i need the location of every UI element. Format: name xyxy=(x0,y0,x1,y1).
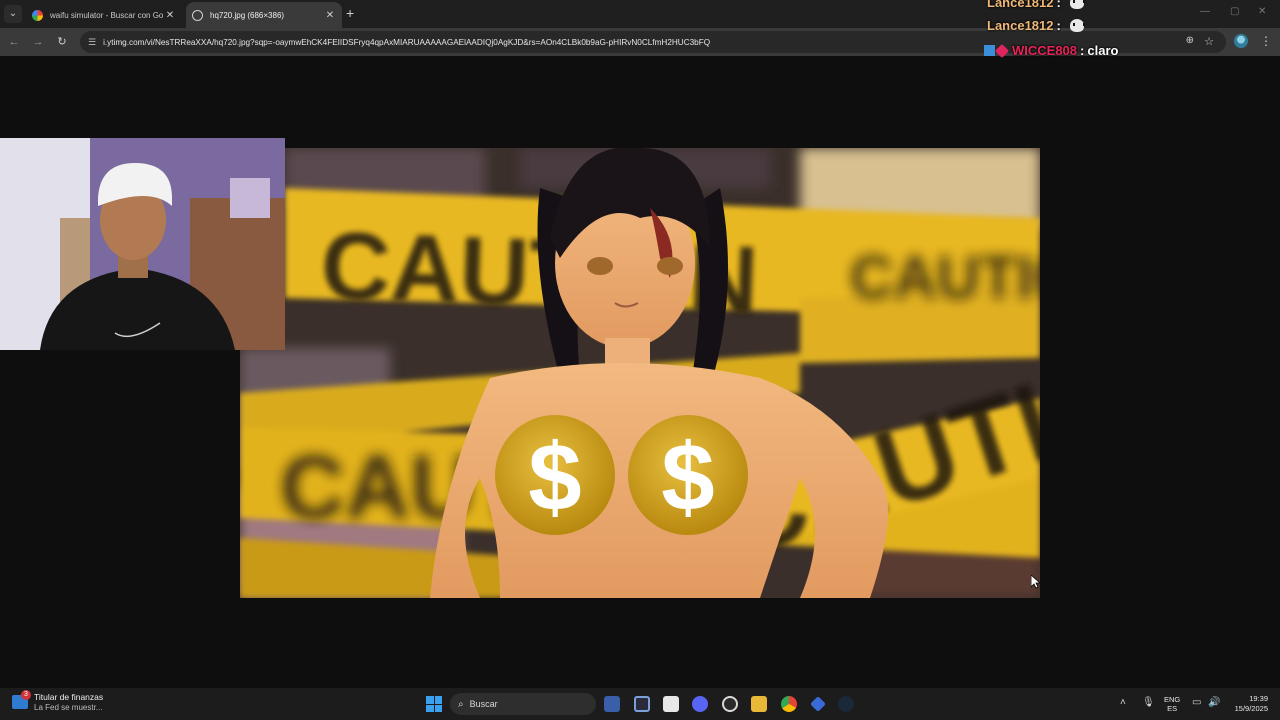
coin-right: $ xyxy=(628,415,748,535)
tab-image[interactable]: hq720.jpg (686×386) ✕ xyxy=(186,2,342,28)
search-icon: ⌕ xyxy=(458,698,464,710)
chat-message: Lance1812 : xyxy=(987,0,1085,10)
editor-app-icon[interactable] xyxy=(634,696,650,712)
tab-title: hq720.jpg (686×386) xyxy=(210,10,285,20)
file-explorer-icon[interactable] xyxy=(751,696,767,712)
new-tab-button[interactable]: + xyxy=(346,6,354,20)
coin-left: $ xyxy=(495,415,615,535)
chat-username: Lance1812 xyxy=(987,18,1054,33)
zoom-icon[interactable]: ⊕ xyxy=(1186,35,1194,46)
subscriber-badge-icon xyxy=(994,43,1010,58)
news-subtitle: La Fed se muestr... xyxy=(34,703,103,712)
mouse-cursor-icon xyxy=(1031,575,1041,589)
thumbnail-art: CAUTION CAUTION CAUTION CAUTION xyxy=(240,148,1040,598)
language-bottom: ES xyxy=(1167,704,1178,713)
emote-icon xyxy=(1069,19,1085,32)
search-label: Buscar xyxy=(469,699,498,709)
reload-icon[interactable]: ↻ xyxy=(54,34,70,50)
bookmark-star-icon[interactable]: ☆ xyxy=(1204,35,1214,48)
tab-strip: ⌄ waifu simulator - Buscar con Go ✕ hq72… xyxy=(0,0,1280,28)
discord-icon[interactable] xyxy=(692,696,708,712)
chat-text: claro xyxy=(1087,43,1119,58)
clock-app-icon[interactable] xyxy=(722,696,738,712)
network-icon[interactable]: ▭ xyxy=(1192,697,1201,708)
taskbar-search[interactable]: ⌕ Buscar xyxy=(450,693,596,715)
start-button[interactable] xyxy=(426,696,442,712)
chat-username: WICCE808 xyxy=(1012,43,1078,58)
dollar-sign: $ xyxy=(528,424,581,531)
webcam-feed xyxy=(0,138,285,350)
news-widget[interactable]: 3 Titular de finanzas La Fed se muestr..… xyxy=(12,690,104,712)
app-diamond-icon[interactable] xyxy=(810,696,826,712)
back-icon[interactable]: ← xyxy=(6,34,22,50)
language-indicator[interactable]: ENG ES xyxy=(1164,695,1180,713)
taskbar: 3 Titular de finanzas La Fed se muestr..… xyxy=(0,688,1280,720)
badge-icon xyxy=(984,45,995,56)
clock-time: 19:39 xyxy=(1249,694,1268,703)
close-icon[interactable]: ✕ xyxy=(164,10,176,21)
site-info-icon[interactable]: ☰ xyxy=(88,37,96,48)
clock-date: 15/9/2025 xyxy=(1234,704,1268,713)
screen: ⌄ waifu simulator - Buscar con Go ✕ hq72… xyxy=(0,0,1280,720)
chat-separator: : xyxy=(1056,0,1061,10)
maximize-icon[interactable]: ▢ xyxy=(1230,6,1239,17)
profile-avatar[interactable] xyxy=(1234,34,1248,48)
forward-icon[interactable]: → xyxy=(30,34,46,50)
chat-separator: : xyxy=(1080,43,1085,58)
menu-icon[interactable]: ⋮ xyxy=(1260,34,1272,48)
capcut-icon[interactable] xyxy=(663,696,679,712)
chevron-up-icon[interactable]: ˄ xyxy=(1120,697,1126,708)
language-top: ENG xyxy=(1164,695,1181,704)
chat-separator: : xyxy=(1056,18,1061,33)
globe-icon xyxy=(192,9,203,21)
store-icon[interactable] xyxy=(604,696,620,712)
microphone-icon[interactable]: 🎙 xyxy=(1142,697,1155,708)
tab-google-search[interactable]: waifu simulator - Buscar con Go ✕ xyxy=(26,2,182,28)
steam-icon[interactable] xyxy=(838,696,854,712)
thumbnail-image: CAUTION CAUTION CAUTION CAUTION xyxy=(240,148,1040,598)
close-icon[interactable]: ✕ xyxy=(324,10,336,21)
chat-message: WICCE808 : claro xyxy=(984,43,1118,58)
chrome-icon[interactable] xyxy=(781,696,797,712)
dollar-sign: $ xyxy=(661,424,714,531)
tab-title: waifu simulator - Buscar con Go xyxy=(50,10,164,20)
tab-search-button[interactable]: ⌄ xyxy=(4,5,22,23)
webcam-overlay xyxy=(0,138,285,350)
chat-username: Lance1812 xyxy=(987,0,1054,10)
minimize-icon[interactable]: — xyxy=(1200,6,1210,17)
caution-text-right: CAUTION xyxy=(850,244,1040,311)
news-badge: 3 xyxy=(21,690,31,700)
chat-message: Lance1812 : xyxy=(987,18,1085,33)
news-icon: 3 xyxy=(12,690,31,709)
google-icon xyxy=(32,9,43,21)
system-clock[interactable]: 19:39 15/9/2025 xyxy=(1226,694,1268,714)
news-title: Titular de finanzas xyxy=(34,692,104,702)
window-close-icon[interactable]: ✕ xyxy=(1258,6,1266,17)
volume-icon[interactable]: 🔊 xyxy=(1208,697,1220,708)
emote-icon xyxy=(1069,0,1085,9)
